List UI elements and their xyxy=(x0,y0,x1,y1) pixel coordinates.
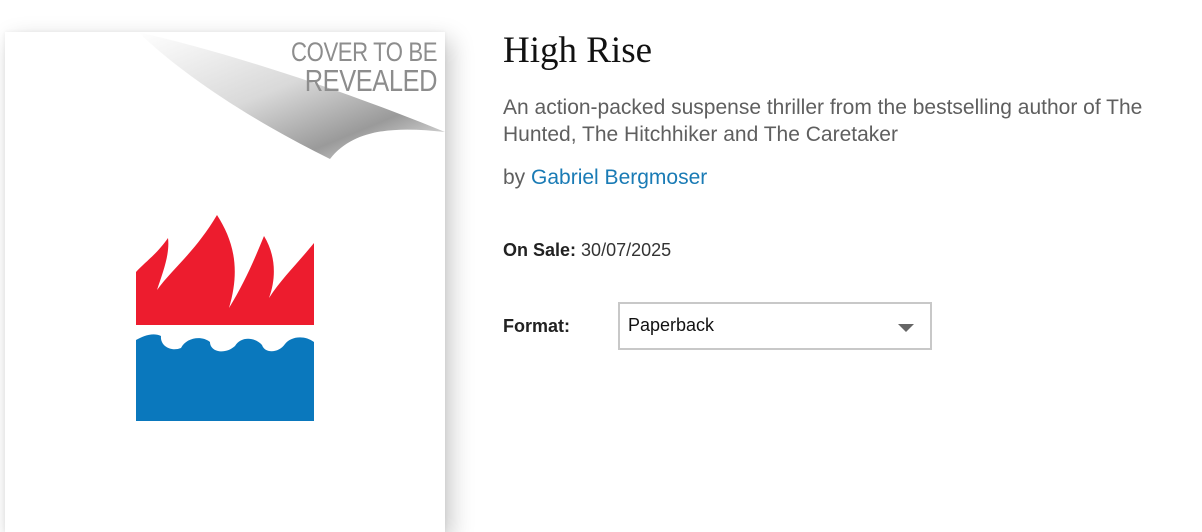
flame-and-waves-logo xyxy=(136,215,314,421)
cover-placeholder-line2: REVEALED xyxy=(304,62,438,98)
cover-art xyxy=(136,32,445,421)
chevron-down-icon xyxy=(898,324,914,332)
format-selected-value: Paperback xyxy=(628,315,715,335)
on-sale-date: 30/07/2025 xyxy=(581,240,672,260)
format-row: Format: Paperback xyxy=(503,302,943,350)
format-select[interactable]: Paperback xyxy=(618,302,932,350)
book-cover: COVER TO BE REVEALED xyxy=(5,32,445,532)
byline: by Gabriel Bergmoser xyxy=(503,166,1202,190)
on-sale-row: On Sale: 30/07/2025 xyxy=(503,240,1202,261)
on-sale-label: On Sale: xyxy=(503,240,577,260)
cover-to-be-revealed-text: COVER TO BE REVEALED xyxy=(290,37,438,98)
book-title: High Rise xyxy=(503,30,653,71)
book-details: High Rise An action-packed suspense thri… xyxy=(503,30,1202,350)
by-label: by xyxy=(503,166,526,189)
cover-placeholder-line1: COVER TO BE xyxy=(290,37,437,67)
format-label: Format: xyxy=(503,316,570,336)
author-link[interactable]: Gabriel Bergmoser xyxy=(531,166,707,189)
book-subtitle: An action-packed suspense thriller from … xyxy=(503,96,1143,146)
